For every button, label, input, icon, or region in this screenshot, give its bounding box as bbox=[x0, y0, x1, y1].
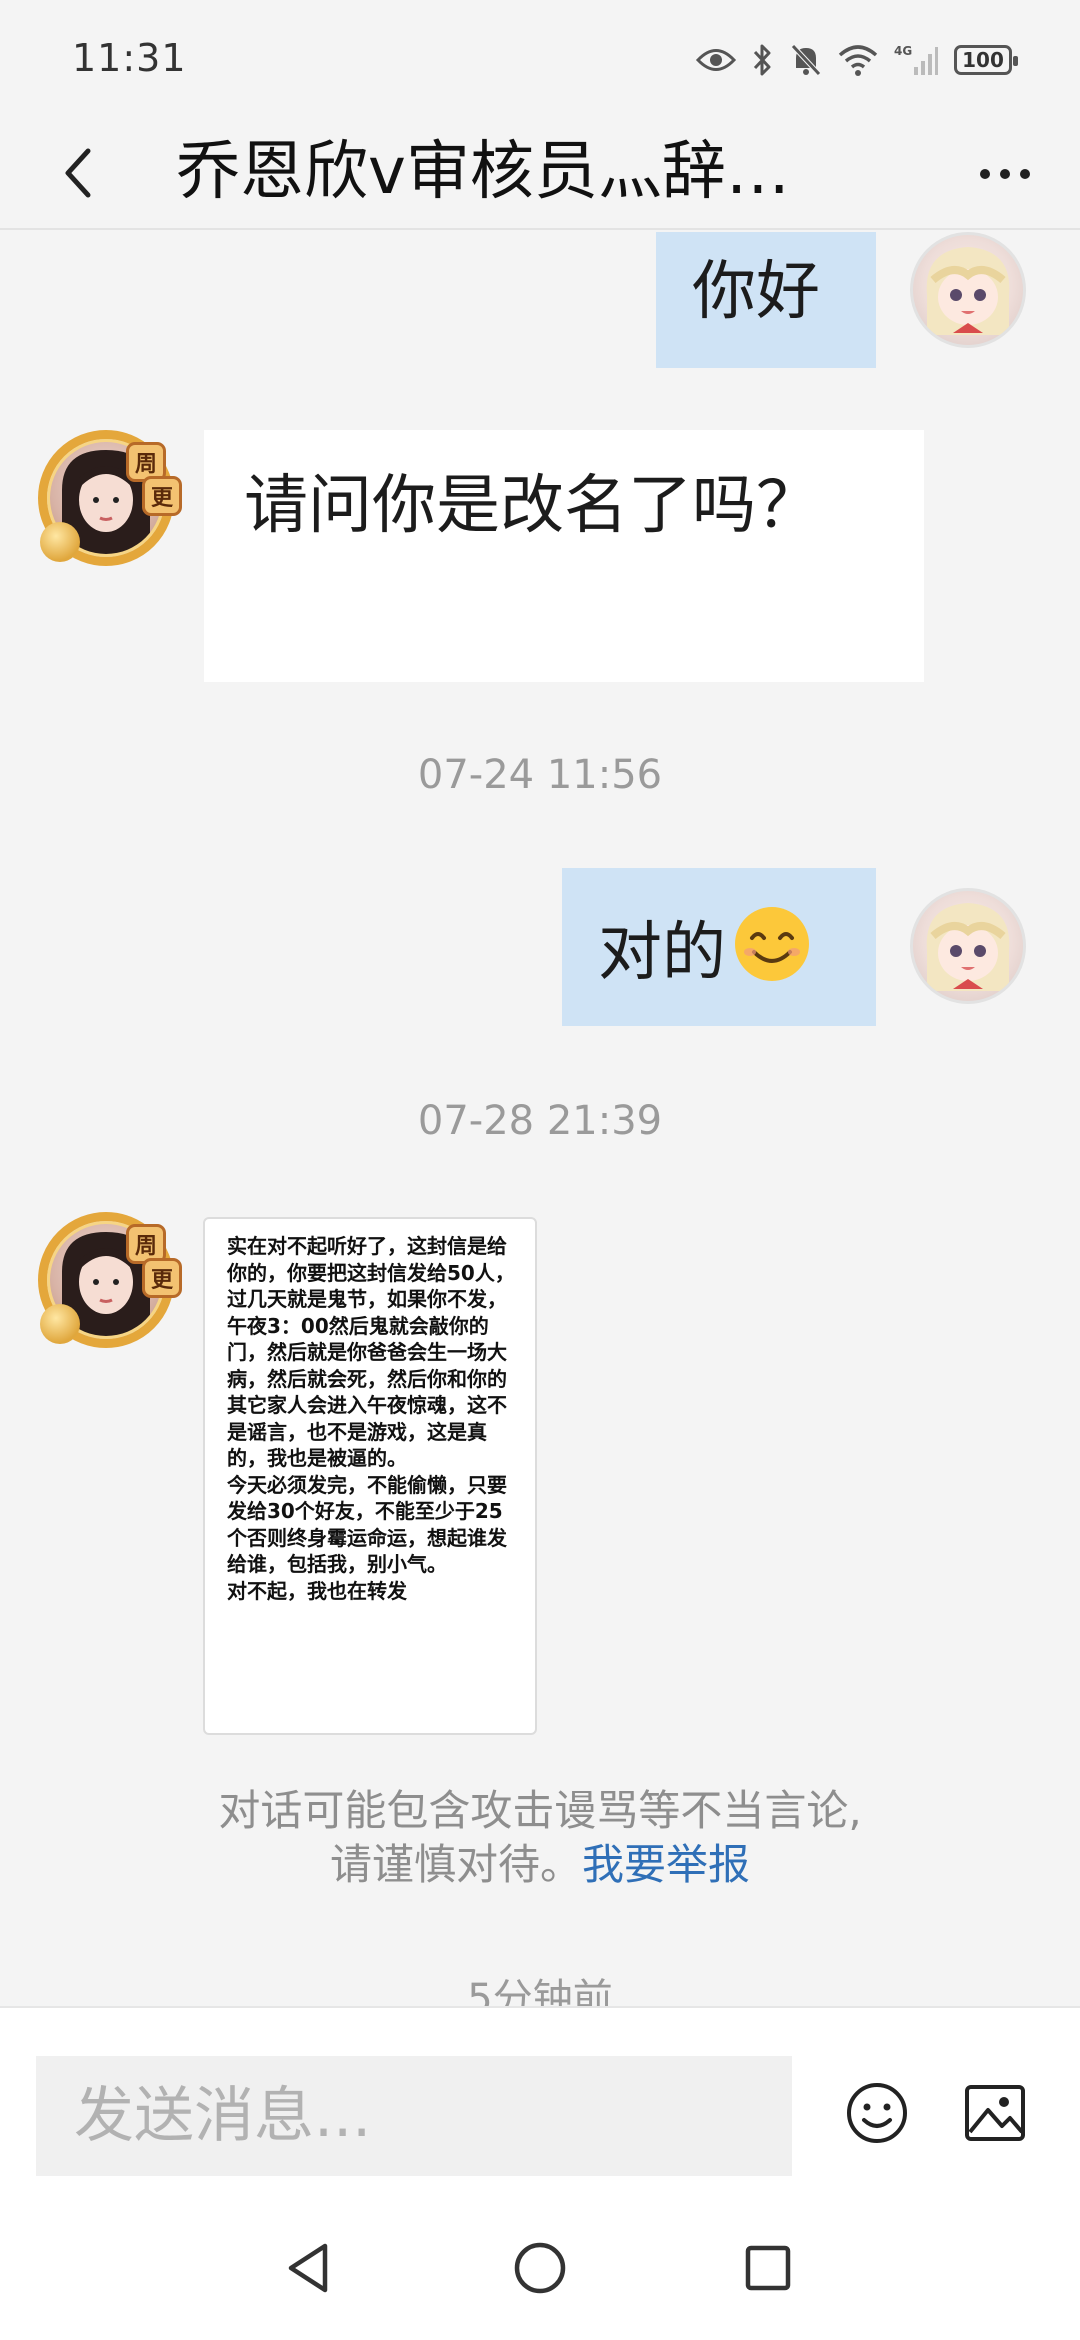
anime-avatar-image bbox=[926, 903, 1010, 991]
status-bar: 11:31 4G 100 bbox=[0, 0, 1080, 115]
timestamp: 07-24 11:56 bbox=[417, 752, 663, 798]
nav-recents-button[interactable] bbox=[738, 2238, 798, 2298]
system-nav-bar bbox=[0, 2196, 1080, 2340]
warning-line-1: 对话可能包含攻击谩骂等不当言论, bbox=[218, 1786, 862, 1835]
back-button[interactable] bbox=[40, 135, 116, 211]
chat-title: 乔恩欣v审核员灬辞… bbox=[176, 135, 790, 209]
timestamp: 5分钟前 bbox=[467, 1976, 613, 2006]
frame-ornament bbox=[40, 1304, 80, 1344]
badge-geng: 更 bbox=[142, 476, 182, 516]
bell-muted-icon bbox=[791, 44, 821, 76]
image-icon bbox=[965, 2085, 1025, 2141]
emoji-button[interactable] bbox=[844, 2080, 910, 2146]
avatar-me[interactable] bbox=[910, 232, 1026, 348]
message-text: 请问你是改名了吗？ bbox=[244, 469, 820, 543]
network-label: 4G bbox=[894, 44, 912, 58]
avatar-me[interactable] bbox=[910, 888, 1026, 1004]
image-button[interactable] bbox=[962, 2080, 1028, 2146]
image-message-text: 实在对不起听好了，这封信是给你的，你要把这封信发给50人，过几天就是鬼节，如果你… bbox=[227, 1234, 515, 1603]
nav-back-button[interactable] bbox=[278, 2238, 338, 2298]
title-bar: 乔恩欣v审核员灬辞… bbox=[0, 115, 1080, 230]
safety-warning: 对话可能包含攻击谩骂等不当言论, 请谨慎对待。我要举报 bbox=[0, 1784, 1080, 1892]
emoji-icon bbox=[847, 2083, 907, 2143]
chat-screen: 11:31 4G 100 乔恩欣v审核员灬辞… 你好 周 更 请问你是改名了吗？… bbox=[0, 0, 1080, 2340]
chevron-left-icon bbox=[65, 148, 91, 198]
nav-home-button[interactable] bbox=[510, 2238, 570, 2298]
wifi-icon bbox=[838, 45, 878, 76]
report-link[interactable]: 我要举报 bbox=[582, 1840, 750, 1889]
message-text-content: 对的 bbox=[598, 916, 726, 990]
conversation[interactable]: 你好 周 更 请问你是改名了吗？ 07-24 11:56 对的 07-28 21… bbox=[0, 232, 1080, 2006]
message-text: 对的 bbox=[598, 904, 840, 995]
outgoing-message-bubble[interactable]: 你好 bbox=[656, 232, 876, 368]
warning-line-2-text: 请谨慎对待。 bbox=[329, 1840, 582, 1889]
battery-icon: 100 bbox=[954, 45, 1018, 75]
warning-line-2: 请谨慎对待。我要举报 bbox=[0, 1838, 1080, 1892]
more-icon bbox=[980, 169, 1030, 179]
outgoing-message-bubble[interactable]: 对的 bbox=[562, 868, 876, 1026]
message-text: 你好 bbox=[692, 255, 820, 329]
incoming-message-bubble[interactable]: 请问你是改名了吗？ bbox=[204, 430, 924, 682]
home-circle-icon bbox=[514, 2242, 566, 2294]
eye-icon bbox=[696, 49, 736, 71]
badge-geng: 更 bbox=[142, 1258, 182, 1298]
battery-level: 100 bbox=[962, 48, 1004, 72]
anime-avatar-image bbox=[926, 247, 1010, 335]
recents-square-icon bbox=[745, 2245, 791, 2291]
bluetooth-icon bbox=[753, 44, 771, 76]
back-triangle-icon bbox=[288, 2243, 328, 2293]
status-icons: 4G 100 bbox=[696, 38, 1018, 82]
timestamp: 07-28 21:39 bbox=[417, 1098, 663, 1144]
signal-icon: 4G bbox=[894, 44, 938, 75]
smiling-face-emoji bbox=[735, 907, 809, 981]
input-bar bbox=[0, 2006, 1080, 2196]
more-button[interactable] bbox=[970, 139, 1040, 209]
image-message[interactable]: 实在对不起听好了，这封信是给你的，你要把这封信发给50人，过几天就是鬼节，如果你… bbox=[203, 1217, 537, 1735]
status-time: 11:31 bbox=[72, 36, 187, 80]
frame-ornament bbox=[40, 522, 80, 562]
message-input[interactable] bbox=[36, 2056, 792, 2176]
